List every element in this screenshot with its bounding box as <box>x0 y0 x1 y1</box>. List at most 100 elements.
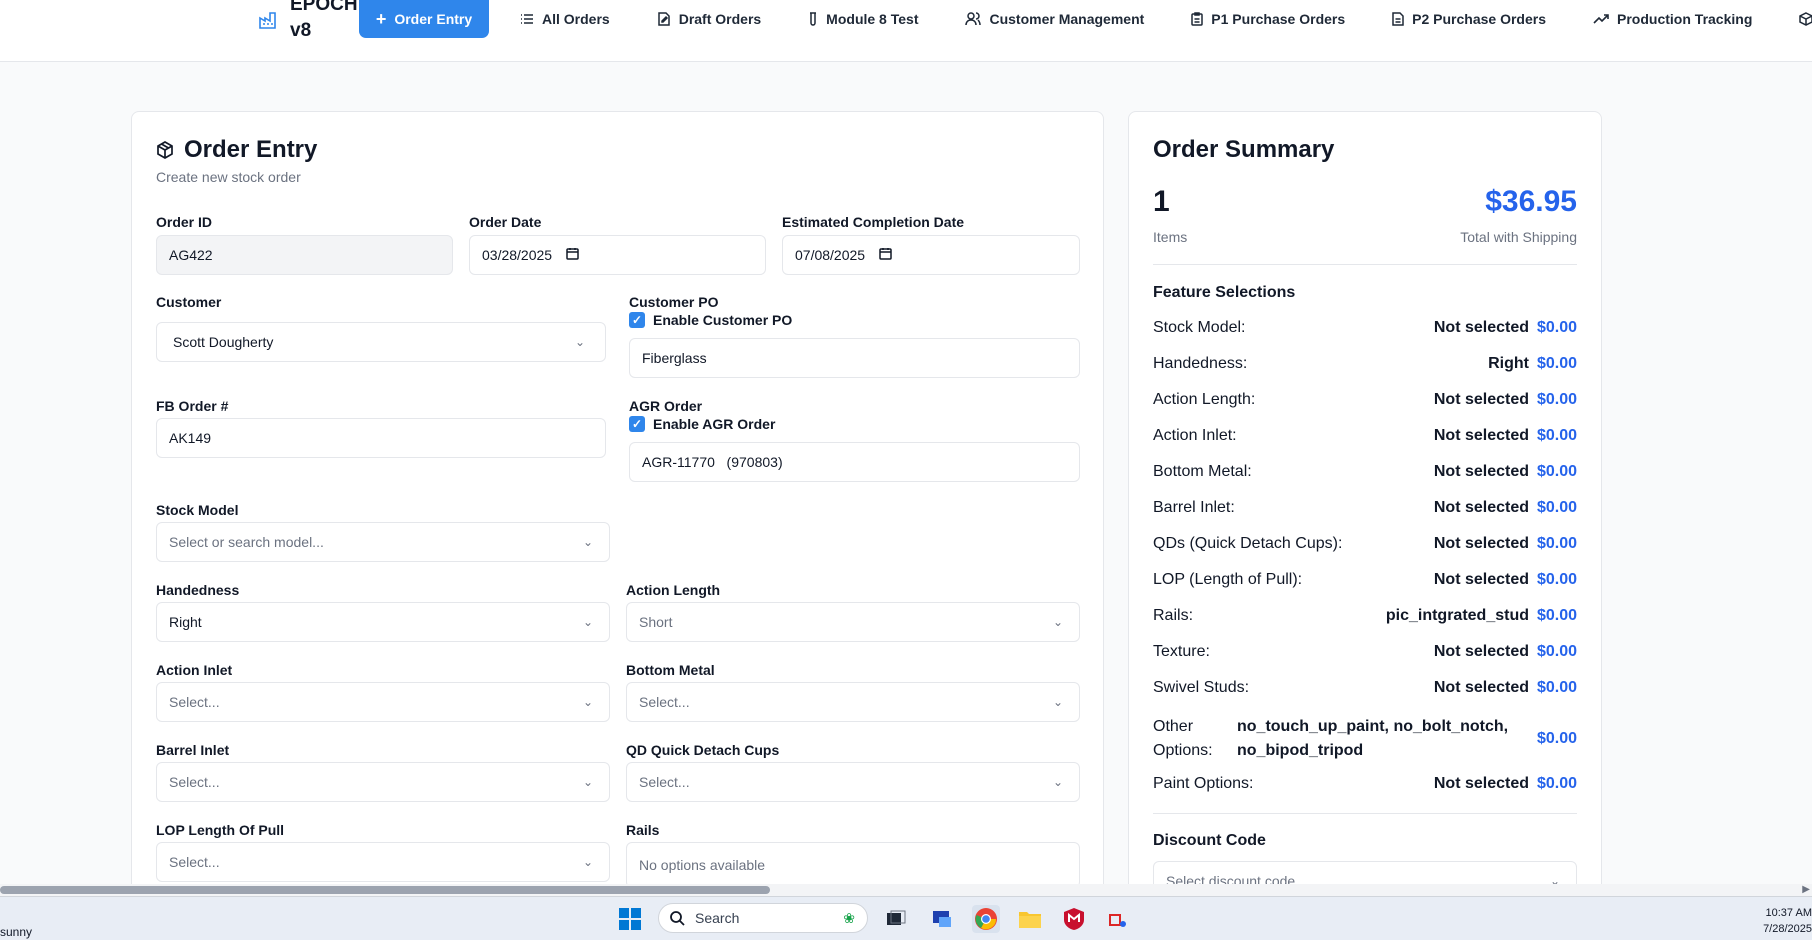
action-inlet-label: Action Inlet <box>156 662 233 678</box>
agr-order-value: AGR-11770 (970803) <box>642 454 783 470</box>
scroll-right-icon[interactable]: ▶ <box>1802 884 1810 895</box>
edit-document-icon <box>657 12 670 26</box>
lop-label: LOP Length Of Pull <box>156 822 285 838</box>
brand-name: EPOCH v8 <box>290 0 358 41</box>
nav-order-entry[interactable]: + Order Entry <box>359 0 489 38</box>
order-id-label: Order ID <box>156 214 213 230</box>
feature-price: $0.00 <box>1536 571 1577 588</box>
feature-price: $0.00 <box>1536 319 1577 336</box>
handedness-label: Handedness <box>156 582 240 598</box>
feature-price: $0.00 <box>1536 643 1577 660</box>
file-explorer-icon[interactable] <box>1016 905 1044 933</box>
feature-selections-title: Feature Selections <box>1153 284 1296 301</box>
page-subtitle: Create new stock order <box>156 169 301 185</box>
windows-start-icon[interactable] <box>618 907 642 936</box>
calendar-icon[interactable] <box>566 247 579 263</box>
stock-model-label: Stock Model <box>156 502 239 518</box>
users-icon <box>965 12 982 26</box>
feature-row: LOP (Length of Pull): Not selected $0.00 <box>1153 571 1577 589</box>
nav-all-orders-label: All Orders <box>542 11 610 27</box>
handedness-value: Right <box>169 614 202 630</box>
feature-value: Not selected <box>1433 775 1529 792</box>
feature-value: pic_intgrated_stud <box>1385 607 1529 624</box>
nav-order-entry-label: Order Entry <box>394 11 473 27</box>
lop-select[interactable]: Select... ⌄ <box>156 842 610 882</box>
chrome-icon[interactable] <box>972 905 1000 933</box>
order-date-input[interactable]: 03/28/2025 <box>469 235 766 275</box>
order-date-value: 03/28/2025 <box>482 247 553 263</box>
action-inlet-select[interactable]: Select... ⌄ <box>156 682 610 722</box>
system-clock[interactable]: 10:37 AM 7/28/2025 <box>1763 905 1812 937</box>
agr-order-checkbox-label: Enable AGR Order <box>653 416 776 432</box>
agr-order-checkbox[interactable]: ✓ Enable AGR Order <box>629 416 775 432</box>
clock-date: 7/28/2025 <box>1763 923 1812 935</box>
customer-po-checkbox[interactable]: ✓ Enable Customer PO <box>629 312 792 328</box>
nav-draft-orders-label: Draft Orders <box>678 11 762 27</box>
fb-order-input[interactable]: AK149 <box>156 418 606 458</box>
feature-value: Not selected <box>1433 679 1529 696</box>
plus-icon: + <box>375 9 387 29</box>
top-navigation: EPOCH v8 + Order Entry All Orders Draft … <box>0 0 1812 62</box>
task-view-icon[interactable] <box>882 905 910 933</box>
horizontal-scrollbar[interactable]: ▶ <box>0 884 1812 896</box>
feature-name: Paint Options: <box>1153 775 1254 792</box>
nav-links: All Orders Draft Orders Module 8 Test Cu… <box>520 0 1812 38</box>
action-length-label: Action Length <box>626 582 721 598</box>
action-length-select[interactable]: Short ⌄ <box>626 602 1080 642</box>
weather-text[interactable]: sunny <box>0 925 32 939</box>
nav-draft-orders[interactable]: Draft Orders <box>657 11 785 27</box>
qd-cups-placeholder: Select... <box>639 774 690 790</box>
barrel-inlet-select[interactable]: Select... ⌄ <box>156 762 610 802</box>
chevron-down-icon: ⌄ <box>582 695 593 709</box>
search-icon <box>670 911 685 926</box>
feature-name: Action Length: <box>1153 391 1256 408</box>
checkmark-icon: ✓ <box>629 312 645 328</box>
nav-truncated[interactable]: B <box>1799 11 1812 27</box>
feature-row: Rails: pic_intgrated_stud $0.00 <box>1153 607 1577 625</box>
customer-po-checkbox-label: Enable Customer PO <box>653 312 793 328</box>
snipping-tool-icon[interactable] <box>1104 905 1132 933</box>
nav-customer-management[interactable]: Customer Management <box>965 11 1168 27</box>
nav-all-orders[interactable]: All Orders <box>520 11 634 27</box>
chevron-down-icon: ⌄ <box>574 335 585 349</box>
nav-production-tracking[interactable]: Production Tracking <box>1593 11 1776 27</box>
customer-select[interactable]: Scott Dougherty ⌄ <box>156 322 606 362</box>
divider <box>1153 264 1577 265</box>
qd-cups-select[interactable]: Select... ⌄ <box>626 762 1080 802</box>
trending-up-icon <box>1593 14 1609 24</box>
taskbar-search[interactable]: Search ❀ <box>658 903 868 933</box>
nav-p1-purchase-orders[interactable]: P1 Purchase Orders <box>1191 11 1369 27</box>
action-inlet-placeholder: Select... <box>169 694 220 710</box>
feature-row: Paint Options: Not selected $0.00 <box>1153 775 1577 793</box>
plant-icon: ❀ <box>843 909 855 926</box>
rails-options[interactable]: No options available <box>626 842 1080 888</box>
items-count: 1 <box>1153 185 1170 218</box>
calendar-icon[interactable] <box>879 247 892 263</box>
feature-price: $0.00 <box>1536 730 1577 747</box>
factory-icon <box>259 12 276 29</box>
feature-value: no_touch_up_paint, no_bolt_notch, no_bip… <box>1237 718 1509 759</box>
feature-row: Handedness: Right $0.00 <box>1153 355 1577 373</box>
scrollbar-thumb[interactable] <box>0 886 770 894</box>
remote-desktop-icon[interactable] <box>928 905 956 933</box>
feature-name: Handedness: <box>1153 355 1248 372</box>
completion-date-input[interactable]: 07/08/2025 <box>782 235 1080 275</box>
feature-name: Swivel Studs: <box>1153 679 1250 696</box>
order-id-field[interactable]: AG422 <box>156 235 453 275</box>
page-title: Order Entry <box>184 136 318 163</box>
agr-order-input[interactable]: AGR-11770 (970803) <box>629 442 1080 482</box>
nav-module-8-test[interactable]: Module 8 Test <box>808 11 942 27</box>
handedness-select[interactable]: Right ⌄ <box>156 602 610 642</box>
clipboard-icon <box>1191 12 1204 26</box>
feature-value: Not selected <box>1433 319 1529 336</box>
bottom-metal-select[interactable]: Select... ⌄ <box>626 682 1080 722</box>
customer-po-input[interactable]: Fiberglass <box>629 338 1080 378</box>
brand[interactable]: EPOCH v8 <box>258 0 358 44</box>
nav-p2-purchase-orders[interactable]: P2 Purchase Orders <box>1392 11 1570 27</box>
taskbar-search-label: Search <box>695 910 740 926</box>
customer-po-value: Fiberglass <box>642 350 707 366</box>
mcafee-icon[interactable] <box>1060 905 1088 933</box>
stock-model-select[interactable]: Select or search model... ⌄ <box>156 522 610 562</box>
feature-row: Stock Model: Not selected $0.00 <box>1153 319 1577 337</box>
feature-value: Not selected <box>1433 643 1529 660</box>
